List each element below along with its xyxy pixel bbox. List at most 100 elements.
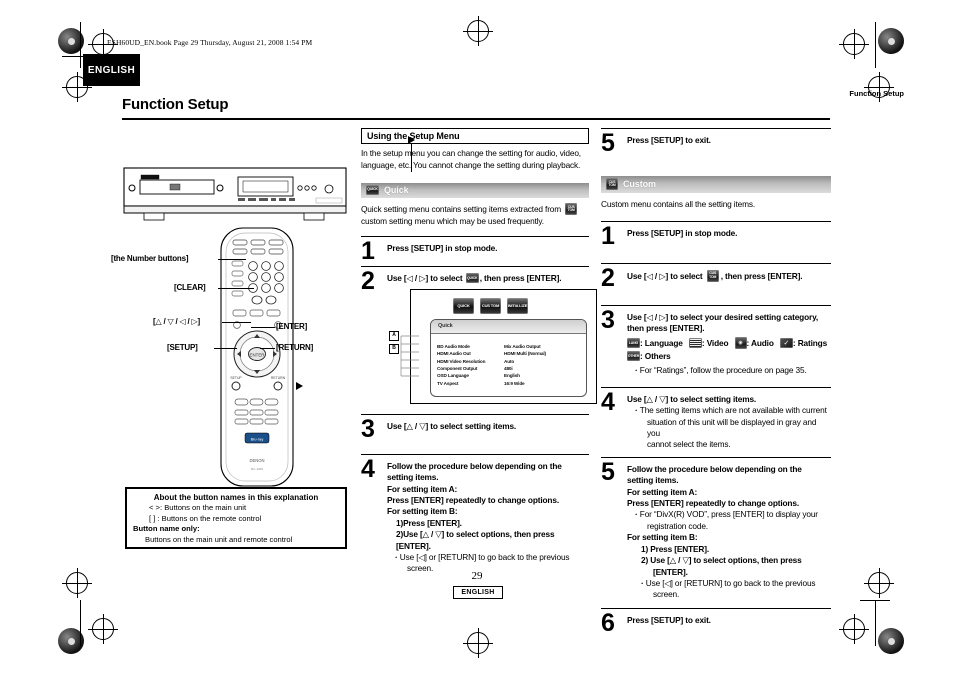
step-text: Press [SETUP] to exit.: [627, 135, 711, 145]
step4-line2: setting items.: [387, 472, 439, 483]
svg-text:RC-1045: RC-1045: [251, 467, 263, 471]
others-category-icon: OTHER: [627, 351, 640, 362]
osd-row-name: BD Audio Mode: [437, 343, 470, 349]
step-custom-6: 6 Press [SETUP] to exit.: [601, 609, 831, 638]
osd-row-name: OSD Language: [437, 373, 469, 379]
pointer-arrow-remote: [296, 382, 303, 390]
crop-mark-tl-v: [80, 22, 81, 68]
crop-mark-br-h: [860, 600, 890, 601]
middle-column: Using the Setup Menu In the setup menu y…: [361, 128, 597, 579]
button-names-note-box: About the button names in this explanati…: [125, 487, 347, 549]
quick-intro: Quick setting menu contains setting item…: [361, 203, 589, 227]
leader-return: [260, 348, 275, 349]
corner-dot-bottom-right: [878, 628, 904, 654]
osd-row[interactable]: Component Output 480i: [437, 365, 578, 372]
osd-panel: Quick BD Audio Mode Mix Audio Output HDM…: [430, 318, 587, 397]
language-category-icon: LANG: [627, 338, 640, 349]
step5-bullet-divx-cont: registration code.: [647, 520, 708, 531]
svg-text:SETUP: SETUP: [230, 376, 242, 380]
step3-line2: then press [ENTER].: [627, 323, 705, 333]
marker-a: A: [389, 330, 399, 341]
category-ratings: : Ratings: [792, 338, 828, 349]
step-number: 3: [601, 305, 615, 334]
registration-mark-bottom-left: [88, 614, 118, 644]
step5-item-a: For setting item A:: [627, 486, 698, 497]
osd-row[interactable]: TV Aspect 16:9 Wide: [437, 380, 578, 387]
osd-row[interactable]: HDMI Video Resolution Auto: [437, 358, 578, 365]
step-quick-5: 5 Press [SETUP] to exit.: [601, 129, 831, 158]
osd-row-value: English: [504, 373, 520, 379]
osd-tab-initialize[interactable]: INITIA LIZE: [507, 297, 528, 314]
svg-text:Blu-ray: Blu-ray: [251, 437, 264, 442]
quick-menu-icon-inline: QUICK: [465, 273, 479, 284]
setup-menu-intro: In the setup menu you can change the set…: [361, 148, 581, 170]
leader-cursor: [222, 322, 251, 323]
crop-mark-bl-v: [80, 600, 81, 646]
osd-tab-row: QUICK CUS TOM INITIA LIZE: [453, 297, 528, 314]
step3-note: For “Ratings”, follow the procedure on p…: [627, 365, 831, 376]
marker-b: B: [389, 343, 399, 354]
registration-mark-bottom-right: [839, 614, 869, 644]
step5-item-b-2: 2) Use [△ / ▽] to select options, then p…: [641, 555, 802, 566]
step4-line1: Follow the procedure below depending on …: [387, 460, 562, 471]
page-title: Function Setup: [122, 96, 229, 113]
custom-menu-icon-inline: CUS TOM: [565, 203, 578, 216]
remote-control-drawing: ENTER SETUP RETURN Blu-ray DENON RC-1045: [220, 227, 294, 487]
step-number: 2: [601, 263, 615, 292]
ratings-category-icon: ✓: [779, 338, 793, 349]
step5-bullet-divx: For “DivX(R) VOD”, press [ENTER] to disp…: [627, 509, 831, 520]
leader-setup: [214, 348, 237, 349]
leader-clear: [218, 288, 254, 289]
note-line-remote: [ ] : Buttons on the remote control: [149, 513, 262, 523]
osd-row[interactable]: BD Audio Mode Mix Audio Output: [437, 343, 578, 350]
step4-item-b-1: 1)Press [ENTER].: [396, 517, 462, 528]
remote-and-player-illustration: ENTER SETUP RETURN Blu-ray DENON RC-1045: [111, 130, 415, 490]
step-text: Press [SETUP] in stop mode.: [387, 243, 498, 254]
osd-tab-quick[interactable]: QUICK: [453, 297, 474, 314]
osd-tab-custom[interactable]: CUS TOM: [480, 297, 501, 314]
osd-row-value: 480i: [504, 366, 513, 371]
step-text: Press [SETUP] to exit.: [627, 614, 711, 625]
category-audio: : Audio: [746, 338, 774, 349]
running-head: Function Setup: [849, 89, 904, 98]
label-return: [RETURN]: [276, 343, 314, 352]
title-rule: [122, 118, 830, 120]
section-header-using-setup-menu: Using the Setup Menu: [361, 128, 589, 144]
step4-item-a-action: Press [ENTER] repeatedly to change optio…: [387, 495, 559, 505]
step-custom-3: 3 Use [◁ / ▷] to select your desired set…: [601, 306, 831, 381]
osd-row-value: Mix Audio Output: [504, 343, 541, 349]
step5-line1: Follow the procedure below depending on …: [627, 463, 802, 474]
svg-text:ENTER: ENTER: [250, 353, 265, 358]
osd-row[interactable]: OSD Language English: [437, 372, 578, 379]
step4-item-a: For setting item A:: [387, 483, 458, 494]
step-custom-1: 1 Press [SETUP] in stop mode.: [601, 222, 831, 251]
osd-row-value: Auto: [504, 358, 515, 364]
step-number: 2: [361, 267, 375, 296]
step4-bullet-1-cont: situation of this unit will be displayed…: [647, 416, 817, 439]
step5-item-b: For setting item B:: [627, 532, 698, 543]
osd-row[interactable]: HDMI Audio Out HDMI Multi (Normal): [437, 350, 578, 357]
label-number-buttons: [the Number buttons]: [111, 254, 189, 263]
osd-panel-title: Quick: [431, 319, 586, 334]
osd-marker-leaders: [400, 335, 419, 377]
audio-category-icon: ◉: [734, 337, 747, 350]
book-header-line: ESH60UD_EN.book Page 29 Thursday, August…: [107, 38, 313, 47]
footer-language-badge: ENGLISH: [453, 586, 503, 599]
step5-line2: setting items.: [627, 475, 679, 486]
osd-row-value: HDMI Multi (Normal): [504, 351, 546, 357]
leader-enter: [251, 327, 275, 328]
note-line-main-unit: < >: Buttons on the main unit: [149, 503, 247, 513]
label-setup: [SETUP]: [167, 343, 198, 352]
custom-section-label: Custom: [623, 179, 656, 189]
label-clear: [CLEAR]: [174, 283, 206, 292]
osd-row-value: 16:9 Wide: [504, 380, 525, 386]
step-quick-1: 1 Press [SETUP] in stop mode.: [361, 237, 589, 266]
video-category-icon: [688, 338, 702, 349]
osd-row-name: TV Aspect: [437, 380, 459, 386]
registration-mark-bottom-center: [463, 628, 493, 658]
label-enter: [ENTER]: [276, 322, 308, 331]
step-number: 1: [361, 237, 375, 266]
osd-quick-screen: QUICK CUS TOM INITIA LIZE A B Quick BD A…: [389, 288, 597, 404]
step4-bullet-1: The setting items which are not availabl…: [627, 405, 831, 416]
custom-intro: Custom menu contains all the setting ite…: [601, 199, 756, 209]
